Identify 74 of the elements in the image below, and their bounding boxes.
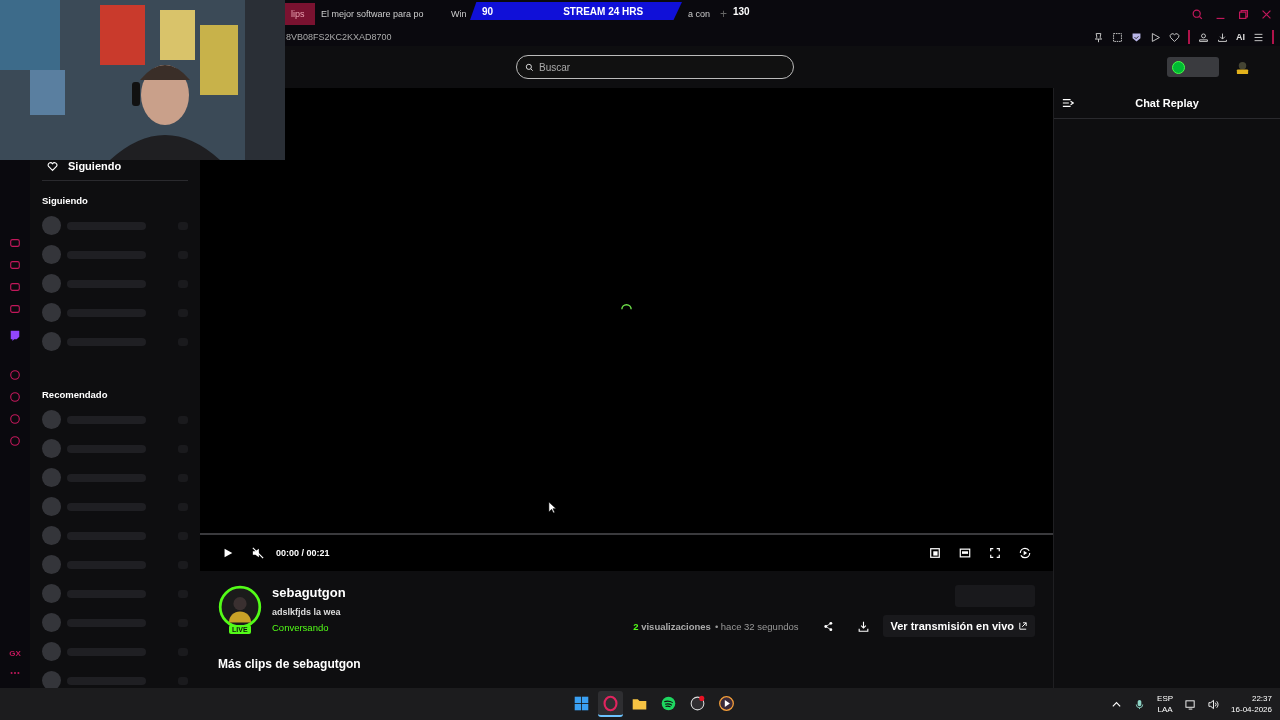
clock[interactable]: 22:37 16-04-2026	[1231, 693, 1272, 715]
avatar-placeholder	[42, 303, 61, 322]
avatar-placeholder	[42, 584, 61, 603]
search-field[interactable]: Buscar	[516, 55, 794, 79]
send-icon[interactable]	[1150, 31, 1161, 43]
close-icon[interactable]	[1261, 8, 1272, 20]
play-button[interactable]	[222, 547, 234, 559]
banner-title: STREAM 24 HRS	[563, 5, 644, 17]
channel-name[interactable]: sebagutgon	[272, 585, 346, 600]
cursor-icon	[548, 501, 557, 514]
avatar-placeholder	[42, 468, 61, 487]
music-app-icon	[660, 694, 677, 712]
ai-button[interactable]: AI	[1236, 32, 1245, 42]
watch-live-button[interactable]: Ver transmisión en vivo	[882, 615, 1035, 637]
profile-icon[interactable]	[1198, 31, 1209, 43]
windows-icon	[573, 694, 590, 712]
menu-icon[interactable]	[1253, 31, 1264, 43]
avatar-placeholder	[42, 274, 61, 293]
theater-mode-icon[interactable]	[959, 547, 971, 559]
avatar-placeholder	[42, 642, 61, 661]
play-icon	[718, 694, 735, 712]
avatar-placeholder	[42, 613, 61, 632]
browser-tab[interactable]: El mejor software para po	[315, 3, 445, 25]
avatar-placeholder	[42, 439, 61, 458]
category-link[interactable]: Conversando	[272, 622, 346, 633]
browser-icon	[602, 694, 619, 712]
section-title: Más clips de sebagutgon	[217, 656, 362, 671]
fullscreen-icon[interactable]	[989, 547, 1001, 559]
muted-icon[interactable]	[252, 547, 264, 559]
avatar-placeholder	[42, 526, 61, 545]
browser-tab[interactable]: a con	[682, 3, 716, 25]
search-icon	[525, 62, 534, 72]
autoplay-icon[interactable]	[1019, 547, 1031, 559]
heart-icon[interactable]	[1169, 31, 1180, 43]
restore-icon[interactable]	[1238, 8, 1249, 20]
language-indicator[interactable]: ESP LAA	[1157, 693, 1174, 715]
avatar-placeholder	[42, 671, 61, 688]
counter-text: 90	[482, 5, 494, 17]
collapse-icon[interactable]	[1062, 97, 1074, 109]
snapshot-icon[interactable]	[1112, 31, 1123, 43]
avatar-placeholder	[42, 410, 61, 429]
browser-tab[interactable]: lips	[285, 3, 315, 25]
section-title: Siguiendo	[42, 195, 89, 206]
external-link-icon	[1019, 622, 1027, 630]
new-tab-button[interactable]: +	[720, 7, 727, 21]
view-count: 2 visualizaciones	[633, 620, 711, 632]
clip-title: adslkfjds la wea	[272, 607, 342, 617]
download-icon[interactable]	[1217, 31, 1228, 43]
microphone-icon[interactable]	[1134, 698, 1146, 710]
extension-pill[interactable]	[1167, 57, 1219, 77]
miniplayer-icon[interactable]	[929, 547, 941, 559]
counter-text: 130	[733, 6, 750, 17]
taskbar-app[interactable]	[598, 691, 623, 717]
avatar-placeholder	[42, 216, 61, 235]
heart-icon	[47, 160, 58, 172]
section-title: Recomendado	[42, 389, 109, 400]
clip-age: • hace 32 segundos	[714, 620, 799, 632]
chat-bubble-icon[interactable]	[9, 328, 21, 342]
speaker-icon[interactable]	[1208, 698, 1220, 710]
avatar-icon[interactable]	[1235, 59, 1250, 75]
record-icon	[689, 694, 706, 712]
time-display: 00:00 / 00:21	[276, 548, 330, 558]
avatar-placeholder	[42, 555, 61, 574]
address-text[interactable]: 8VB08FS2KC2KXAD8700	[286, 32, 392, 42]
avatar-placeholder	[42, 245, 61, 264]
avatar-placeholder	[42, 497, 61, 516]
share-icon[interactable]	[822, 620, 834, 632]
shield-icon[interactable]	[1131, 31, 1142, 43]
avatar-placeholder	[42, 332, 61, 351]
chat-title: Chat Replay	[1135, 97, 1200, 109]
browser-tab[interactable]: Win	[445, 3, 473, 25]
pin-icon[interactable]	[1093, 31, 1104, 43]
sidebar-title: Siguiendo	[68, 160, 122, 172]
search-icon[interactable]	[1192, 8, 1203, 20]
